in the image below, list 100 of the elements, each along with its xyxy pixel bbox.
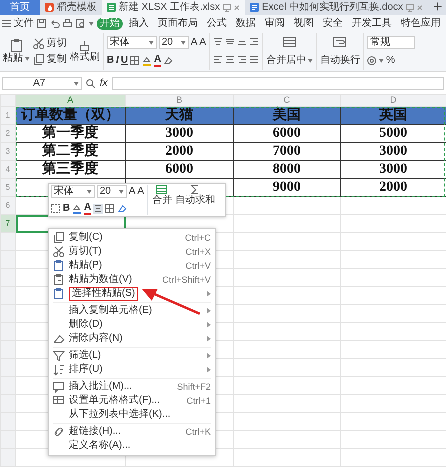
format-painter-icon[interactable] xyxy=(79,40,91,52)
eraser-icon[interactable] xyxy=(163,56,174,66)
grow-font-button[interactable]: A xyxy=(191,36,198,48)
menu-item[interactable]: 粘贴(P) xyxy=(69,260,182,272)
document-tab[interactable]: 新建 XLSX 工作表.xlsx xyxy=(102,0,246,15)
menu-item[interactable]: 从下拉列表中选择(K)... xyxy=(69,409,211,421)
wrap-text-icon[interactable] xyxy=(333,36,348,48)
menu-item[interactable]: 删除(D) xyxy=(69,319,203,331)
align-icon[interactable] xyxy=(249,38,260,47)
zoom-icon[interactable] xyxy=(86,78,96,88)
currency-icon[interactable] xyxy=(367,56,378,66)
new-tab-button[interactable]: + xyxy=(433,0,443,18)
number-format-field[interactable]: 常规 xyxy=(367,36,416,49)
merge-center-button[interactable]: 合并居中 xyxy=(266,54,306,66)
fill-color-icon[interactable] xyxy=(72,204,82,214)
sum-icon[interactable] xyxy=(190,185,200,195)
copy-button[interactable]: 复制 xyxy=(47,54,67,66)
menu-item[interactable]: 复制(C) xyxy=(69,232,182,244)
font-color-button[interactable]: A xyxy=(84,203,92,215)
menu-item[interactable]: 选择性粘贴(S) xyxy=(69,287,138,301)
menu-item[interactable]: 清除内容(N) xyxy=(69,333,203,345)
grow-font-button[interactable]: A xyxy=(129,186,136,198)
wrap-text-button[interactable]: 自动换行 xyxy=(320,54,360,66)
close-icon[interactable] xyxy=(234,4,240,10)
function-label[interactable]: fx xyxy=(100,78,108,90)
menu-item[interactable]: 设置单元格格式(F)... xyxy=(69,395,183,407)
align-icon[interactable] xyxy=(213,38,224,47)
table-cell: 2000 xyxy=(166,143,194,160)
format-painter-button[interactable]: 格式刷 xyxy=(70,52,100,64)
align-icon[interactable] xyxy=(249,56,260,66)
percent-button[interactable]: % xyxy=(386,55,396,67)
merge-icon[interactable] xyxy=(156,185,168,195)
ribbon-tab[interactable]: 安全 xyxy=(320,18,346,30)
italic-button[interactable]: I xyxy=(116,55,120,67)
table-cell: 3000 xyxy=(380,161,408,178)
underline-button[interactable]: U xyxy=(121,55,128,67)
paste-icon[interactable] xyxy=(10,38,24,52)
document-tab[interactable]: 稻壳模板 xyxy=(40,0,102,15)
column-header[interactable]: A xyxy=(16,94,126,106)
merge-icon[interactable] xyxy=(282,36,297,48)
menu-item[interactable]: 筛选(L) xyxy=(69,350,203,362)
bold-button[interactable]: B xyxy=(63,203,70,215)
caret-icon xyxy=(87,190,92,194)
cut-button[interactable]: 剪切 xyxy=(47,38,67,50)
caret-icon xyxy=(119,190,124,194)
row-header[interactable]: 7 xyxy=(0,214,16,232)
print-icon[interactable] xyxy=(63,18,73,28)
align-icon[interactable] xyxy=(213,56,224,66)
font-name-field[interactable]: 宋体 xyxy=(51,185,95,198)
eraser-icon[interactable] xyxy=(117,204,128,214)
menu-item[interactable]: 排序(U) xyxy=(69,364,203,376)
ribbon-tab[interactable]: 开发工具 xyxy=(349,18,395,30)
align-icon[interactable] xyxy=(237,56,248,66)
ribbon-tab[interactable]: 审阅 xyxy=(262,18,288,30)
name-box[interactable]: A7 xyxy=(2,77,82,90)
column-title: 美国 xyxy=(273,107,301,124)
font-size-field[interactable]: 20 xyxy=(159,36,189,49)
border-icon[interactable] xyxy=(130,56,140,66)
menu-icon[interactable] xyxy=(2,20,11,28)
align-icon[interactable] xyxy=(93,204,104,214)
undo-icon[interactable] xyxy=(50,18,60,28)
ribbon-tab[interactable]: 页面布局 xyxy=(155,18,201,30)
font-color-button[interactable]: A xyxy=(154,55,162,67)
ribbon-tab[interactable]: 视图 xyxy=(291,18,317,30)
document-tab[interactable]: Excel 中如何实现行列互换.docx xyxy=(245,0,428,15)
menu-item[interactable]: 剪切(T) xyxy=(69,246,182,258)
menu-item[interactable]: 粘贴为数值(V) xyxy=(69,274,158,286)
bold-button[interactable]: B xyxy=(107,55,114,67)
column-title: 英国 xyxy=(380,107,408,124)
cell-format-icon xyxy=(53,395,65,407)
menu-item[interactable]: 插入复制单元格(E) xyxy=(69,305,203,317)
format-icon[interactable] xyxy=(51,204,61,214)
shrink-font-button[interactable]: A xyxy=(138,186,144,198)
align-icon[interactable] xyxy=(225,38,236,47)
shortcut-text: Ctrl+1 xyxy=(186,396,211,406)
border-icon[interactable] xyxy=(105,204,116,214)
align-icon[interactable] xyxy=(225,56,236,66)
caret-icon xyxy=(89,22,94,26)
paste-button[interactable]: 粘贴 xyxy=(3,52,23,64)
menu-item[interactable]: 超链接(H)... xyxy=(69,426,182,438)
fill-color-icon[interactable] xyxy=(142,56,152,66)
ribbon-tab[interactable]: 数据 xyxy=(233,18,259,30)
file-menu[interactable]: 文件 xyxy=(14,18,34,30)
table-cell: 7000 xyxy=(273,143,301,160)
save-icon[interactable] xyxy=(37,18,47,28)
formula-input[interactable] xyxy=(112,77,444,90)
submenu-arrow-icon xyxy=(207,367,211,373)
tab-label: Excel 中如何实现行列互换.docx xyxy=(262,2,404,14)
ribbon-tab[interactable]: 插入 xyxy=(126,18,152,30)
preview-icon[interactable] xyxy=(76,18,86,28)
menu-item[interactable]: 插入批注(M)... xyxy=(69,381,174,393)
shrink-font-button[interactable]: A xyxy=(200,36,206,48)
merge-button[interactable]: 合并 xyxy=(152,195,172,207)
ribbon-tab[interactable]: 特色应用 xyxy=(398,18,444,30)
font-name-field[interactable]: 宋体 xyxy=(107,36,157,49)
menu-item[interactable]: 定义名称(A)... xyxy=(69,440,211,452)
font-size-field[interactable]: 20 xyxy=(97,185,127,198)
table-cell: 6000 xyxy=(166,161,194,178)
ribbon-tab[interactable]: 公式 xyxy=(204,18,230,30)
document-tab[interactable]: 首页 xyxy=(0,0,40,15)
